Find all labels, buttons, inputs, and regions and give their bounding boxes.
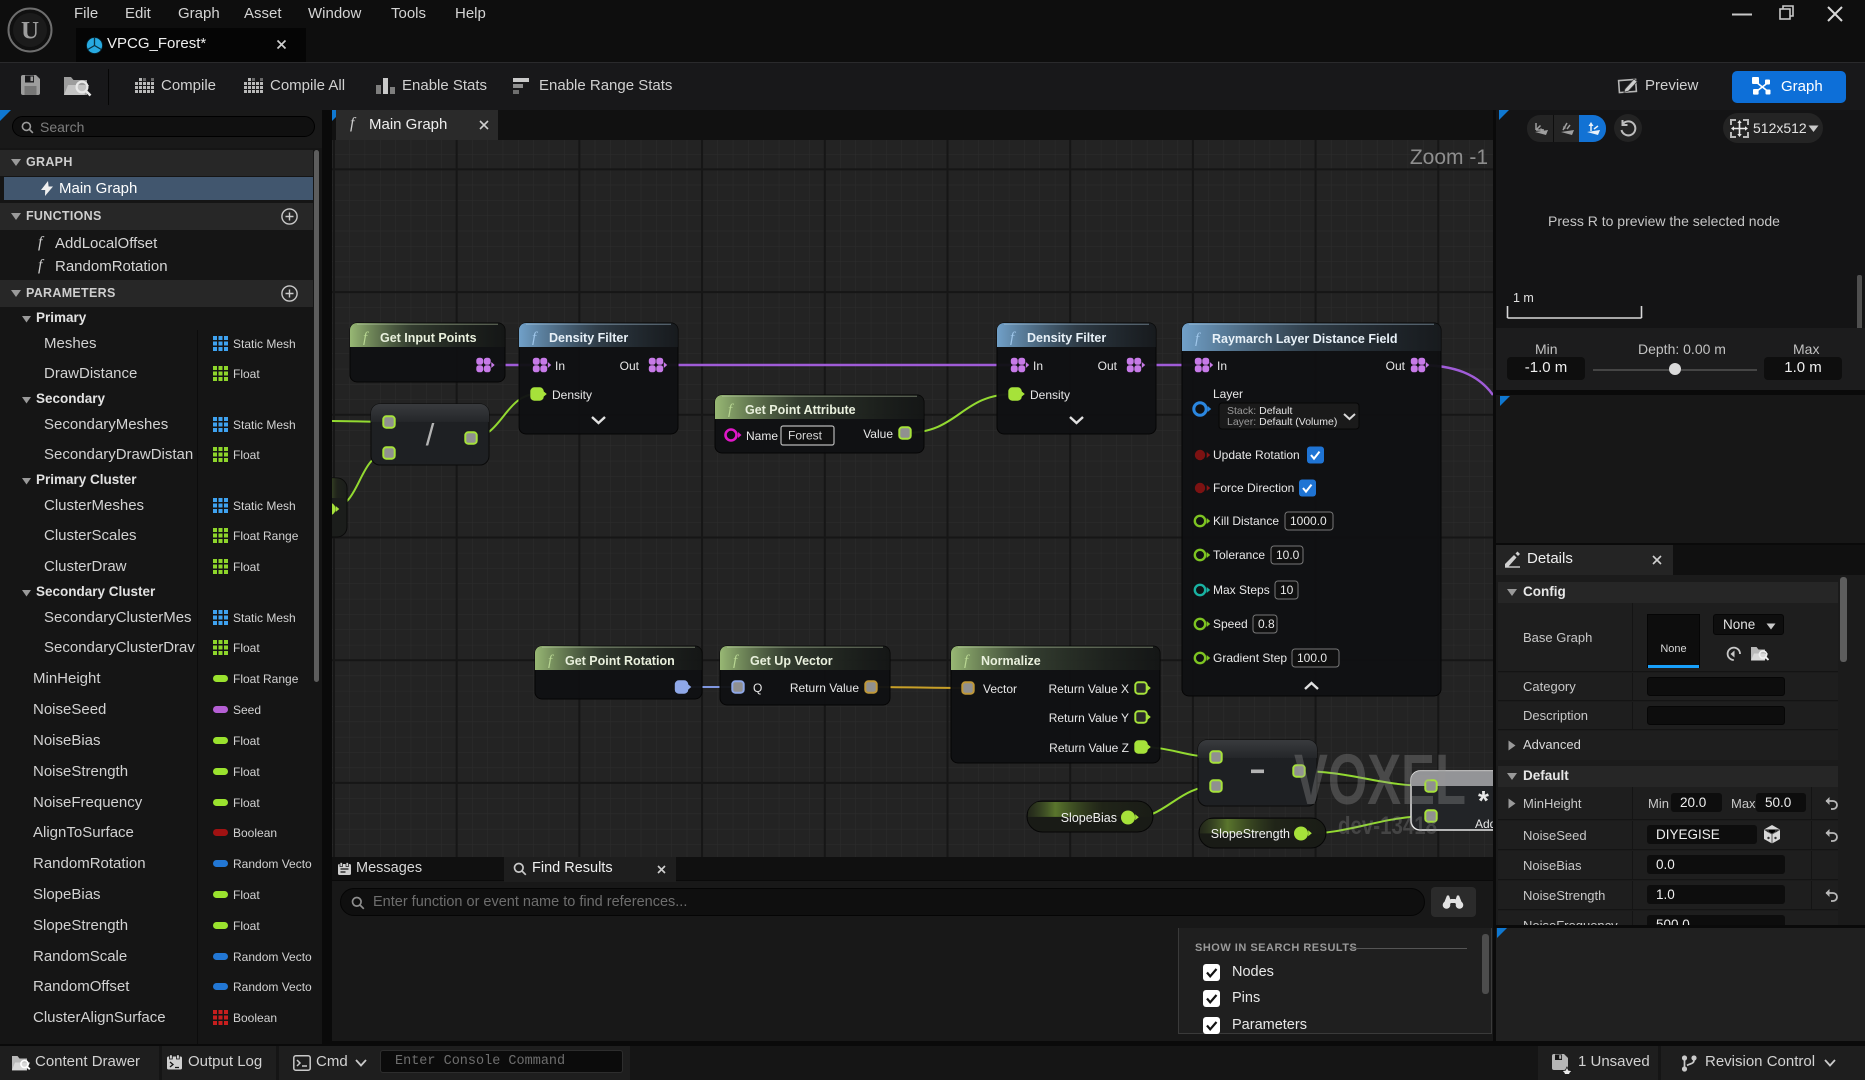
- svg-text:Tolerance: Tolerance: [1213, 548, 1265, 562]
- svg-text:Kill Distance: Kill Distance: [1213, 514, 1279, 528]
- svg-text:dev-13418: dev-13418: [1338, 812, 1437, 840]
- svg-text:SlopeBias: SlopeBias: [1061, 811, 1117, 825]
- svg-text:Density: Density: [552, 388, 592, 402]
- svg-text:Return Value X: Return Value X: [1049, 682, 1130, 696]
- svg-text:Update Rotation: Update Rotation: [1213, 448, 1300, 462]
- svg-text:*: *: [1478, 785, 1489, 816]
- svg-text:1000.0: 1000.0: [1290, 514, 1327, 528]
- svg-text:Get Input Points: Get Input Points: [380, 331, 477, 345]
- svg-text:100.0: 100.0: [1297, 651, 1327, 665]
- svg-text:SlopeStrength: SlopeStrength: [1211, 827, 1290, 841]
- svg-text:Value: Value: [863, 427, 893, 441]
- svg-text:Layer: Default (Volume): Layer: Default (Volume): [1227, 416, 1337, 428]
- svg-text:In: In: [1033, 359, 1043, 373]
- svg-text:Zoom -1: Zoom -1: [1410, 146, 1488, 169]
- svg-text:/: /: [426, 417, 435, 452]
- svg-text:Normalize: Normalize: [981, 654, 1041, 668]
- svg-text:Layer: Layer: [1213, 387, 1243, 401]
- svg-text:Out: Out: [1386, 359, 1406, 373]
- svg-text:Force Direction: Force Direction: [1213, 481, 1294, 495]
- svg-text:Return Value Z: Return Value Z: [1049, 741, 1129, 755]
- svg-text:Q: Q: [753, 681, 762, 695]
- svg-text:VOXEL: VOXEL: [1294, 741, 1466, 820]
- svg-text:Density Filter: Density Filter: [1027, 331, 1106, 345]
- svg-text:Add: Add: [1475, 817, 1493, 831]
- svg-text:Name: Name: [746, 429, 778, 443]
- svg-text:Return Value: Return Value: [790, 681, 859, 695]
- svg-text:Out: Out: [1098, 359, 1118, 373]
- svg-text:In: In: [555, 359, 565, 373]
- svg-text:10: 10: [1280, 583, 1294, 597]
- svg-text:1 m: 1 m: [1513, 291, 1534, 305]
- svg-text:Speed: Speed: [1213, 617, 1248, 631]
- svg-text:Density Filter: Density Filter: [549, 331, 628, 345]
- svg-text:Get Up Vector: Get Up Vector: [750, 654, 833, 668]
- svg-text:0.8: 0.8: [1258, 617, 1275, 631]
- svg-text:Return Value Y: Return Value Y: [1049, 711, 1129, 725]
- svg-text:Get Point Rotation: Get Point Rotation: [565, 654, 675, 668]
- svg-text:In: In: [1217, 359, 1227, 373]
- svg-text:Gradient Step: Gradient Step: [1213, 651, 1287, 665]
- svg-text:Density: Density: [1030, 388, 1070, 402]
- svg-text:Max Steps: Max Steps: [1213, 583, 1270, 597]
- svg-text:Forest: Forest: [788, 429, 823, 443]
- svg-text:Vector: Vector: [983, 682, 1017, 696]
- svg-text:10.0: 10.0: [1276, 548, 1300, 562]
- svg-text:Get Point Attribute: Get Point Attribute: [745, 403, 856, 417]
- svg-text:Raymarch Layer Distance Field: Raymarch Layer Distance Field: [1212, 332, 1398, 346]
- svg-text:Out: Out: [620, 359, 640, 373]
